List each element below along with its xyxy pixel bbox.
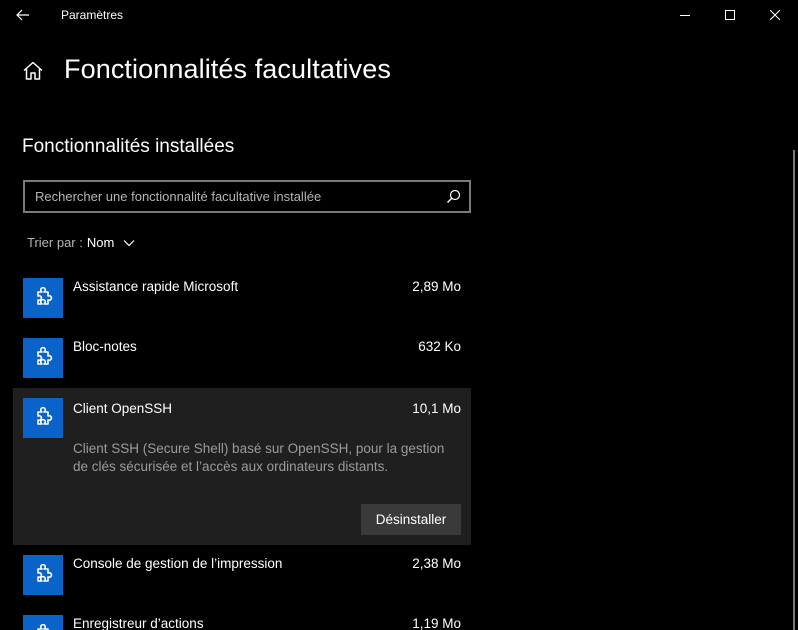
sort-value[interactable]: Nom bbox=[87, 235, 114, 250]
settings-window: Paramètres Fonctionnalités facultatives … bbox=[0, 0, 798, 630]
puzzle-icon bbox=[23, 278, 63, 318]
feature-size: 2,38 Mo bbox=[412, 556, 461, 571]
home-icon bbox=[23, 61, 43, 80]
feature-name: Bloc-notes bbox=[73, 339, 137, 354]
close-button[interactable] bbox=[752, 0, 798, 30]
puzzle-icon bbox=[23, 555, 63, 595]
feature-description: Client SSH (Secure Shell) basé sur OpenS… bbox=[73, 441, 445, 474]
close-icon bbox=[770, 10, 780, 20]
minimize-button[interactable] bbox=[662, 0, 708, 30]
puzzle-icon bbox=[23, 338, 63, 378]
feature-size: 2,89 Mo bbox=[412, 279, 461, 294]
back-button[interactable] bbox=[8, 0, 38, 30]
uninstall-button[interactable]: Désinstaller bbox=[361, 504, 461, 535]
puzzle-icon bbox=[23, 398, 63, 438]
feature-name: Assistance rapide Microsoft bbox=[73, 279, 239, 294]
feature-name: Console de gestion de l’impression bbox=[73, 556, 283, 571]
scrollbar[interactable] bbox=[793, 150, 795, 630]
sort-label: Trier par : bbox=[27, 235, 83, 250]
feature-item[interactable]: Console de gestion de l’impression 2,38 … bbox=[13, 555, 471, 595]
search-icon[interactable] bbox=[446, 189, 461, 204]
feature-size: 10,1 Mo bbox=[412, 401, 461, 416]
maximize-icon bbox=[725, 10, 735, 20]
chevron-down-icon[interactable] bbox=[123, 239, 135, 247]
feature-item[interactable]: Assistance rapide Microsoft 2,89 Mo bbox=[13, 278, 471, 318]
maximize-button[interactable] bbox=[707, 0, 753, 30]
section-title: Fonctionnalités installées bbox=[22, 136, 235, 157]
arrow-left-icon bbox=[16, 9, 29, 21]
page-title: Fonctionnalités facultatives bbox=[64, 54, 391, 84]
title-bar: Paramètres bbox=[0, 0, 798, 30]
feature-item[interactable]: Bloc-notes 632 Ko bbox=[13, 338, 471, 378]
search-input[interactable] bbox=[35, 182, 435, 211]
feature-size: 1,19 Mo bbox=[412, 616, 461, 630]
feature-item-expanded[interactable]: Client OpenSSH 10,1 Mo Client SSH (Secur… bbox=[13, 388, 471, 545]
feature-size: 632 Ko bbox=[418, 339, 461, 354]
window-title: Paramètres bbox=[61, 8, 124, 22]
minimize-icon bbox=[680, 15, 690, 16]
puzzle-icon bbox=[23, 615, 63, 630]
home-button[interactable] bbox=[21, 59, 45, 83]
feature-name: Enregistreur d’actions bbox=[73, 616, 204, 630]
feature-name: Client OpenSSH bbox=[73, 401, 173, 416]
sort-dropdown[interactable]: Trier par : Nom bbox=[27, 235, 135, 250]
feature-item[interactable]: Enregistreur d’actions 1,19 Mo bbox=[13, 615, 471, 630]
search-box[interactable] bbox=[23, 180, 471, 213]
